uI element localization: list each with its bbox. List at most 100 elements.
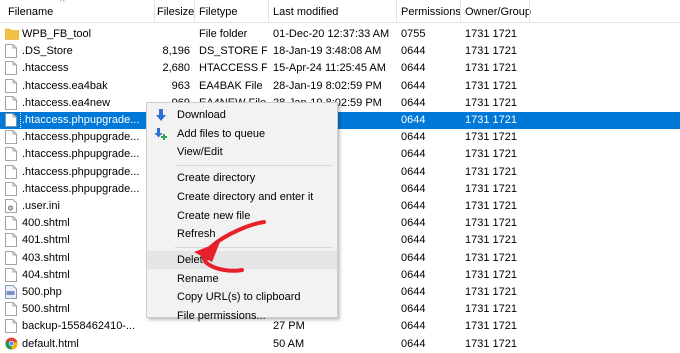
cell-filetype [199,336,267,353]
cell-filesize: 2,680 [162,62,190,75]
folder-icon [4,27,20,42]
cell-filename: 500.shtml [22,303,70,316]
table-row[interactable]: 500.php50 AM06441731 1721 [0,284,680,301]
file-icon [5,319,18,334]
cell-permissions: 0644 [401,62,426,75]
cell-owner-group: 1731 1721 [465,45,517,58]
file-icon [5,181,18,197]
annotation-arrow [194,220,266,273]
menu-item-copy-url-s-to-clipboard[interactable]: Copy URL(s) to clipboard [147,288,337,306]
add-queue-icon [154,127,168,141]
menu-item-download[interactable]: Download [147,106,337,124]
table-row[interactable]: 400.shtml50 AM06441731 1721 [0,215,680,232]
cell-owner-group: 1731 1721 [465,79,517,92]
column-divider[interactable] [154,0,155,22]
cell-filename: 401.shtml [22,234,70,247]
cell-permissions: 0644 [401,251,426,264]
cell-permissions: 0644 [401,320,426,333]
cell-permissions: 0644 [401,268,426,281]
table-row[interactable]: 404.shtml50 AM06441731 1721 [0,267,680,284]
table-row[interactable]: .user.ini39 PM06441731 1721 [0,198,680,215]
file-icon [5,78,18,94]
menu-item-add-files-to-queue[interactable]: Add files to queue [147,125,337,143]
table-row[interactable]: default.html 50 AM 0644 1731 1721 [0,336,680,353]
cell-permissions: 0644 [401,217,426,230]
cell-owner-group: 1731 1721 [465,234,517,247]
cell-owner-group: 1731 1721 [465,268,517,281]
file-icon [5,113,18,128]
table-row[interactable]: .htaccess.phpupgrade...67 PM06441731 172… [0,111,680,130]
cell-owner-group: 1731 1721 [465,165,517,178]
cell-filetype: DS_STORE File [199,45,267,58]
cell-permissions: 0644 [401,337,426,350]
column-divider[interactable] [460,0,461,22]
cell-permissions: 0644 [401,182,426,195]
cell-owner-group: 1731 1721 [465,217,517,230]
column-header-permissions[interactable]: Permissions [401,0,461,22]
cell-filename: .user.ini [22,200,60,212]
table-row[interactable]: 401.shtml50 AM06441731 1721 [0,232,680,249]
column-divider[interactable] [396,0,397,22]
table-row[interactable]: .DS_Store 8,196 DS_STORE File 18-Jan-19 3:4… [0,43,680,60]
cell-owner-group: 1731 1721 [465,251,517,264]
cell-last-modified: 18-Jan-19 3:48:08 AM [273,45,382,58]
column-header-owner-group[interactable]: Owner/Group [465,0,531,22]
php-file-icon [5,285,18,300]
cell-permissions: 0755 [401,28,426,40]
table-row[interactable]: .htaccess.phpupgrade...15 PM06441731 172… [0,129,680,146]
column-divider[interactable] [268,0,269,22]
cell-owner-group: 1731 1721 [465,286,517,298]
cell-last-modified: 28-Jan-19 8:02:59 PM [273,79,382,92]
column-header-filesize[interactable]: Filesize [157,0,194,22]
table-row[interactable]: .htaccess.phpupgrade...06 AM06441731 172… [0,164,680,181]
cell-permissions: 0644 [401,131,426,144]
sort-ascending-icon: ^ [60,0,65,8]
cell-owner-group: 1731 1721 [465,96,517,109]
table-row[interactable]: backup-1558462410-... 27 PM 0644 1731 1721 [0,318,680,335]
file-icon [5,267,18,283]
file-icon [5,61,18,76]
menu-separator [175,165,333,167]
column-header-filetype[interactable]: Filetype [199,0,238,22]
cell-filename: .htaccess.phpupgrade... [22,182,140,195]
cell-filename: backup-1558462410-... [22,320,136,333]
cell-filename: 500.php [22,286,62,298]
file-icon [5,302,18,317]
cell-permissions: 0644 [401,114,426,126]
table-row[interactable]: .htaccess.ea4bak 963 EA4BAK File 28-Jan-19 … [0,78,680,95]
file-icon [5,216,18,231]
table-row[interactable]: .htaccess.phpupgrade...06 AM06441731 172… [0,181,680,198]
menu-item-label: Download [177,109,226,121]
table-row[interactable]: .htaccess.ea4new969EA4NEW File28-Jan-19 … [0,95,680,112]
cell-owner-group: 1731 1721 [465,114,517,126]
download-arrow-icon [154,108,168,122]
file-icon [5,44,18,59]
table-row[interactable]: .htaccess.phpupgrade...06 AM06441731 172… [0,146,680,163]
column-divider[interactable] [529,0,530,22]
cell-owner-group: 1731 1721 [465,320,517,333]
cell-owner-group: 1731 1721 [465,62,517,75]
file-icon [5,164,18,180]
cell-filename: default.html [22,337,79,350]
cell-last-modified: 50 AM [273,337,305,350]
file-icon [5,95,18,111]
menu-item-create-directory[interactable]: Create directory [147,169,337,187]
cell-filename: 403.shtml [22,251,70,264]
column-divider[interactable] [194,0,195,22]
table-row[interactable]: 403.shtml50 AM06441731 1721 [0,250,680,267]
cell-owner-group: 1731 1721 [465,200,517,212]
table-row[interactable]: WPB_FB_tool File folder 01-Dec-20 12:37:33… [0,26,680,43]
cell-owner-group: 1731 1721 [465,28,517,40]
column-header-last-modified[interactable]: Last modified [273,0,338,22]
column-header-filename[interactable]: Filename [8,0,53,22]
cell-filetype: File folder [199,28,248,40]
cell-owner-group: 1731 1721 [465,337,517,350]
menu-item-create-directory-and-enter-it[interactable]: Create directory and enter it [147,188,337,206]
table-row[interactable]: .htaccess 2,680 HTACCESS File 15-Apr-24 11:… [0,60,680,77]
cell-filetype: HTACCESS File [199,62,267,75]
menu-item-view-edit[interactable]: View/Edit [147,143,337,161]
table-row[interactable]: 500.shtml50 AM06441731 1721 [0,301,680,318]
menu-item-file-permissions[interactable]: File permissions... [147,307,337,325]
cell-owner-group: 1731 1721 [465,131,517,144]
cell-filename: .htaccess [22,62,69,75]
